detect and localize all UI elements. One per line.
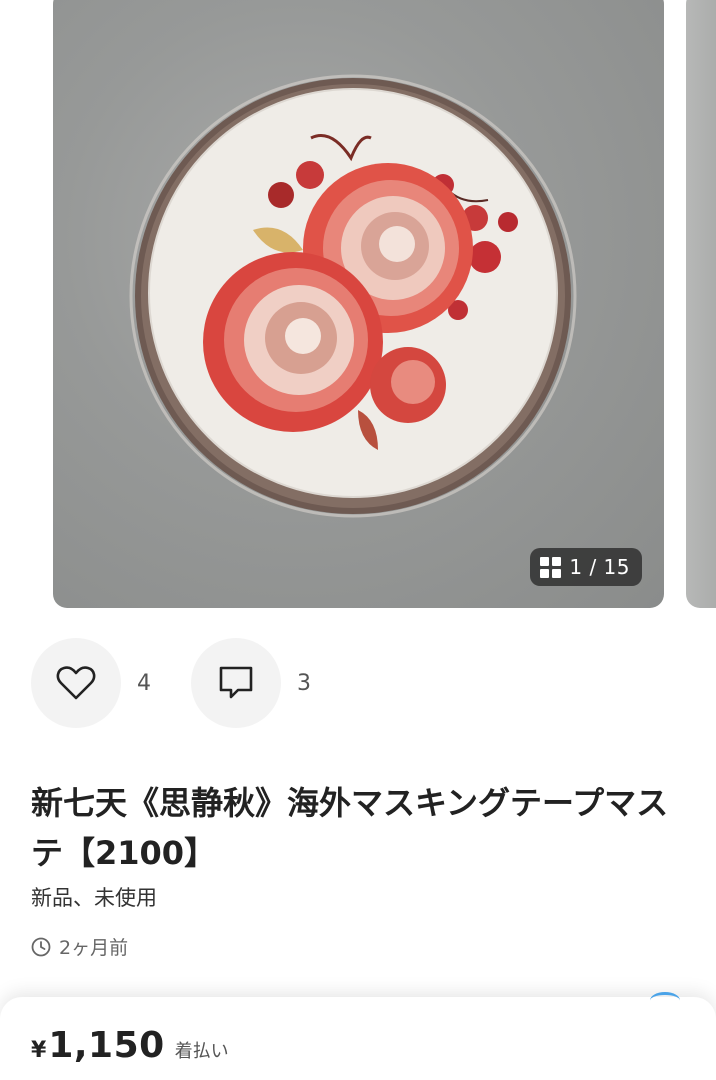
photo-counter[interactable]: 1 / 15 [530, 548, 642, 586]
photo-carousel[interactable]: 1 / 15 [0, 0, 716, 610]
likes-count: 4 [137, 670, 151, 696]
item-title: 新七天《思静秋》海外マスキングテープマステ【2100】 [31, 784, 669, 872]
comment-icon [219, 666, 253, 699]
like-button[interactable] [31, 638, 121, 728]
comment-button[interactable] [191, 638, 281, 728]
photo-counter-text: 1 / 15 [569, 555, 630, 579]
heart-icon [56, 666, 96, 700]
currency-symbol: ¥ [31, 1038, 47, 1063]
grid-icon [540, 556, 562, 578]
comments-count: 3 [297, 670, 311, 696]
next-photo-peek[interactable] [686, 0, 716, 608]
product-photo[interactable]: 1 / 15 [53, 0, 664, 608]
action-row: 4 3 [31, 638, 351, 728]
price-bar: ¥ 1,150 着払い [0, 992, 716, 1080]
item-page: 1 / 15 4 3 新七天《思静秋》海外マスキングテープマステ【2100】 新… [0, 0, 716, 1080]
posted-time-text: 2ヶ月前 [59, 937, 129, 959]
clock-icon [31, 937, 51, 956]
tape-roll-image [129, 74, 577, 518]
scroll-indicator [650, 992, 680, 1009]
price-amount: 1,150 [48, 1025, 165, 1066]
posted-time: 2ヶ月前 [31, 933, 128, 960]
shipping-method: 着払い [174, 1041, 229, 1062]
price: ¥ 1,150 着払い [31, 1025, 229, 1066]
item-condition: 新品、未使用 [31, 886, 157, 910]
